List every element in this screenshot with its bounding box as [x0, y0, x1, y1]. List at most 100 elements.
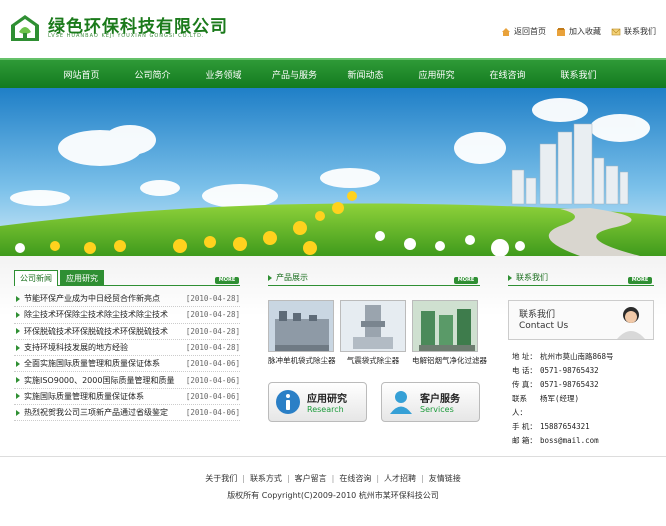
footer-link-friends[interactable]: 友情链接	[429, 474, 461, 483]
news-date: [2010-04-28]	[185, 310, 240, 320]
bullet-arrow-icon	[16, 377, 20, 384]
news-title: 实施ISO9000、2000国际质量管理和质量	[24, 375, 175, 385]
products-panel: 产品展示 MORE 脉冲单机袋式除尘器 气震袋式除尘器 电解铝烟气净化过滤器 应…	[268, 270, 487, 422]
footer-link-feedback[interactable]: 客户留言	[295, 474, 327, 483]
news-date: [2010-04-28]	[185, 343, 240, 353]
news-date: [2010-04-06]	[185, 391, 240, 401]
products-title: 产品展示	[276, 273, 308, 282]
bullet-arrow-icon	[16, 311, 20, 318]
bullet-arrow-icon	[16, 328, 20, 335]
product-item[interactable]: 电解铝烟气净化过滤器	[412, 300, 487, 366]
footer-link-contact[interactable]: 联系方式	[250, 474, 282, 483]
research-button-sublabel: Research	[307, 405, 344, 414]
home-link[interactable]: 返回首页	[501, 26, 546, 37]
footer-separator: |	[286, 474, 290, 483]
nav-item-about[interactable]: 公司简介	[117, 68, 188, 81]
research-button[interactable]: 应用研究 Research	[268, 382, 367, 422]
product-image[interactable]	[268, 300, 334, 352]
product-image[interactable]	[340, 300, 406, 352]
product-caption: 电解铝烟气净化过滤器	[412, 356, 487, 365]
contact-row: 联系人： 杨军(经理)	[512, 392, 654, 420]
contact-email[interactable]: boss@mail.com	[540, 434, 599, 448]
tab-research[interactable]: 应用研究	[60, 270, 104, 286]
contact-card-title: 联系我们	[519, 310, 556, 320]
contact-row: 传 真： 0571-98765432	[512, 378, 654, 392]
footer-links: 关于我们 | 联系方式 | 客户留言 | 在线咨询 | 人才招聘 | 友情链接	[0, 473, 666, 484]
home-link-label: 返回首页	[514, 27, 546, 36]
bullet-arrow-icon	[268, 274, 272, 281]
user-icon	[390, 391, 412, 414]
news-item[interactable]: 环保脱硫技术环保脱硫技术环保脱硫技术 [2010-04-28]	[14, 324, 240, 340]
bullet-arrow-icon	[16, 295, 20, 302]
footer-separator: |	[331, 474, 335, 483]
news-item[interactable]: 全面实施国际质量管理和质量保证体系 [2010-04-06]	[14, 356, 240, 373]
tab-company-news[interactable]: 公司新闻	[14, 270, 58, 286]
news-title: 实施国际质量管理和质量保证体系	[24, 391, 144, 401]
news-more-button[interactable]: MORE	[215, 277, 239, 284]
news-item[interactable]: 除尘技术环保除尘技术除尘技术除尘技术 [2010-04-28]	[14, 307, 240, 324]
contact-card-subtitle: Contact Us	[519, 321, 569, 331]
nav-item-consult[interactable]: 在线咨询	[472, 68, 543, 81]
news-item[interactable]: 热烈祝贺我公司三项新产品通过省级鉴定 [2010-04-06]	[14, 405, 240, 422]
nav-item-business[interactable]: 业务领域	[188, 68, 259, 81]
news-item[interactable]: 节能环保产业成为中日经贸合作新亮点 [2010-04-28]	[14, 291, 240, 308]
footer-link-jobs[interactable]: 人才招聘	[384, 474, 416, 483]
contact-key: 手 机：	[512, 422, 537, 431]
service-buttons: 应用研究 Research 客户服务 Services	[268, 382, 480, 422]
news-item[interactable]: 实施ISO9000、2000国际质量管理和质量 [2010-04-06]	[14, 372, 240, 389]
nav-item-home[interactable]: 网站首页	[46, 68, 117, 81]
bookmark-link-label: 加入收藏	[569, 27, 601, 36]
info-icon	[276, 390, 300, 414]
product-item[interactable]: 气震袋式除尘器	[340, 300, 406, 366]
contact-title: 联系我们	[516, 273, 548, 282]
product-item[interactable]: 脉冲单机袋式除尘器	[268, 300, 336, 366]
contact-key: 联系人：	[512, 394, 527, 417]
contact-link[interactable]: 联系我们	[611, 26, 656, 37]
company-name-pinyin: LVSE HUANBAO KEJI YOUXIAN GONGSI CO.LTD.	[48, 33, 205, 39]
contact-key: 传 真：	[512, 380, 537, 389]
news-title: 除尘技术环保除尘技术除尘技术除尘技术	[24, 310, 168, 320]
contact-more-button[interactable]: MORE	[628, 277, 652, 284]
contact-info: 地 址： 杭州市莫山南路868号 电 话： 0571-98765432 传 真： 05…	[508, 350, 654, 448]
nav-item-research[interactable]: 应用研究	[401, 68, 472, 81]
news-title: 节能环保产业成为中日经贸合作新亮点	[24, 294, 160, 304]
news-date: [2010-04-28]	[185, 326, 240, 336]
news-title: 全面实施国际质量管理和质量保证体系	[24, 359, 160, 369]
nav-item-products[interactable]: 产品与服务	[259, 68, 330, 81]
contact-key: 地 址：	[512, 352, 537, 361]
nav-item-news[interactable]: 新闻动态	[330, 68, 401, 81]
nav-item-contact[interactable]: 联系我们	[543, 68, 614, 81]
bookmark-icon	[557, 27, 565, 36]
product-image[interactable]	[412, 300, 478, 352]
products-more-button[interactable]: MORE	[454, 277, 478, 284]
news-date: [2010-04-06]	[185, 375, 240, 385]
services-button[interactable]: 客户服务 Services	[381, 382, 480, 422]
contact-key: 邮 箱：	[512, 436, 537, 445]
logo-icon[interactable]	[10, 14, 40, 42]
bookmark-link[interactable]: 加入收藏	[556, 26, 601, 37]
services-button-sublabel: Services	[420, 405, 454, 414]
contact-key: 电 话：	[512, 366, 537, 375]
footer: 关于我们 | 联系方式 | 客户留言 | 在线咨询 | 人才招聘 | 友情链接 版权所有 Copyr…	[0, 456, 666, 526]
bullet-arrow-icon	[16, 393, 20, 400]
news-tabs: 公司新闻 应用研究	[14, 270, 240, 286]
news-list: 节能环保产业成为中日经贸合作新亮点 [2010-04-28] 除尘技术环保除尘技术…	[14, 291, 240, 422]
footer-link-consult[interactable]: 在线咨询	[339, 474, 371, 483]
contact-row: 邮 箱： boss@mail.com	[512, 434, 654, 448]
contact-link-label: 联系我们	[624, 27, 656, 36]
product-list: 脉冲单机袋式除尘器 气震袋式除尘器 电解铝烟气净化过滤器	[268, 300, 487, 366]
contact-value: 15887654321	[540, 422, 590, 431]
bullet-arrow-icon	[16, 360, 20, 367]
bullet-arrow-icon	[16, 409, 20, 416]
footer-link-about[interactable]: 关于我们	[205, 474, 237, 483]
contact-value: 0571-98765432	[540, 380, 599, 389]
news-item[interactable]: 支持环境科技发展的地方经验 [2010-04-28]	[14, 340, 240, 357]
footer-separator: |	[376, 474, 380, 483]
hero-banner	[0, 88, 666, 256]
news-title: 热烈祝贺我公司三项新产品通过省级鉴定	[24, 408, 168, 418]
bullet-arrow-icon	[508, 274, 512, 281]
contact-row: 电 话： 0571-98765432	[512, 364, 654, 378]
contact-card: 联系我们 Contact Us	[508, 300, 654, 340]
news-item[interactable]: 实施国际质量管理和质量保证体系 [2010-04-06]	[14, 389, 240, 406]
footer-separator: |	[242, 474, 245, 483]
